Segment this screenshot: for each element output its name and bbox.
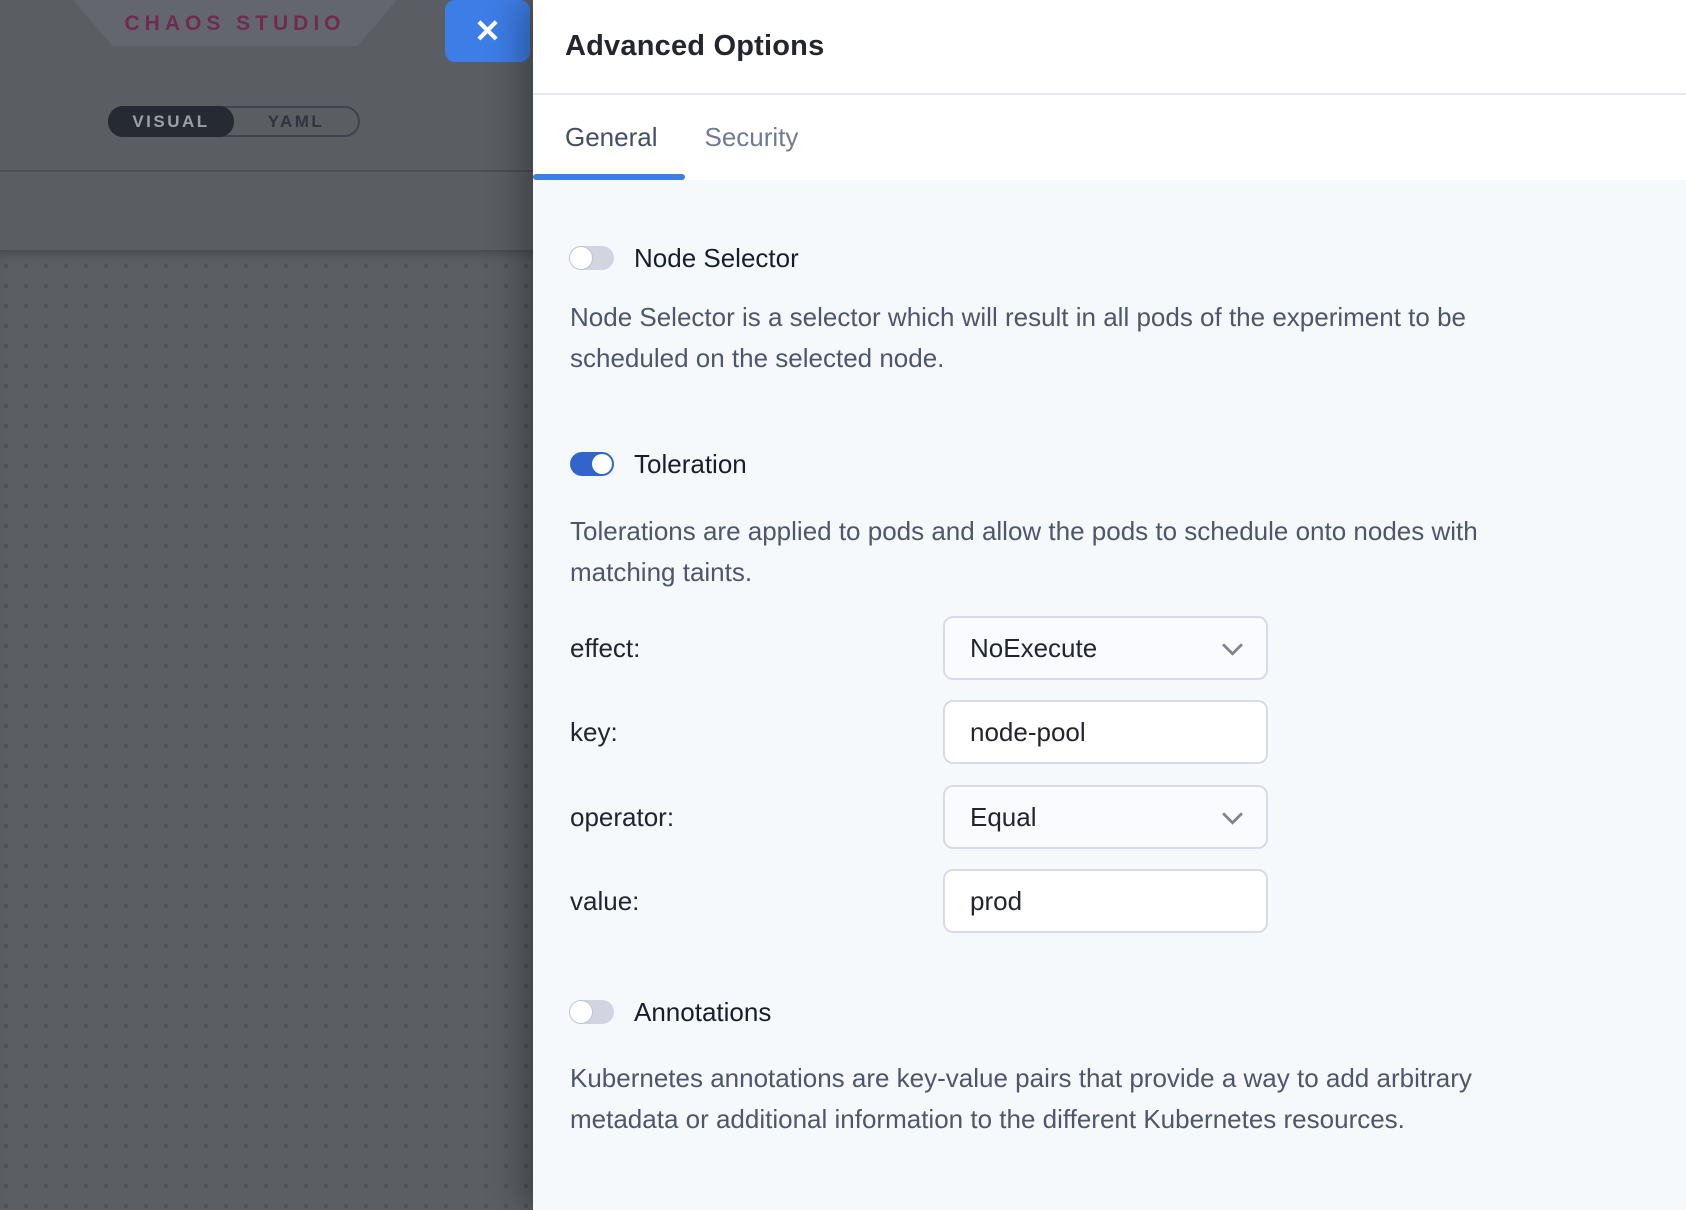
toleration-row: Toleration — [570, 452, 747, 476]
chevron-down-icon — [1222, 804, 1243, 825]
annotations-row: Annotations — [570, 1000, 771, 1024]
toggle-knob — [569, 246, 593, 270]
tab-visual[interactable]: VISUAL — [108, 106, 234, 137]
toleration-toggle[interactable] — [570, 452, 614, 476]
effect-field-row: effect: NoExecute — [570, 616, 1686, 680]
value-field-row: value: prod — [570, 869, 1686, 933]
key-input[interactable]: node-pool — [943, 700, 1268, 764]
drawer-title: Advanced Options — [565, 30, 824, 63]
drawer-header: Advanced Options — [533, 0, 1686, 95]
operator-value: Equal — [970, 802, 1037, 833]
node-selector-label: Node Selector — [634, 243, 799, 274]
node-selector-toggle[interactable] — [570, 246, 614, 270]
operator-label: operator: — [570, 802, 943, 833]
node-selector-row: Node Selector — [570, 246, 799, 270]
toleration-description: Tolerations are applied to pods and allo… — [570, 511, 1580, 593]
effect-label: effect: — [570, 633, 943, 664]
drawer-tab-bar: General Security — [533, 95, 1686, 180]
chaos-studio-backdrop: CHAOS STUDIO ✕ VISUAL YAML — [0, 0, 533, 1210]
operator-select[interactable]: Equal — [943, 785, 1268, 849]
chevron-down-icon — [1222, 635, 1243, 656]
value-label: value: — [570, 886, 943, 917]
toggle-knob — [569, 1000, 593, 1024]
drawer-close-button[interactable]: ✕ — [445, 0, 530, 62]
tab-security[interactable]: Security — [705, 122, 799, 153]
node-selector-description: Node Selector is a selector which will r… — [570, 297, 1580, 379]
visual-yaml-toggle: VISUAL YAML — [108, 106, 360, 137]
chaos-studio-logo-text: CHAOS STUDIO — [124, 10, 345, 36]
value-input[interactable]: prod — [943, 869, 1268, 933]
toleration-label: Toleration — [634, 449, 747, 480]
advanced-options-drawer: Advanced Options General Security Node S… — [533, 0, 1686, 1210]
pipeline-canvas — [0, 250, 533, 1210]
annotations-label: Annotations — [634, 997, 771, 1028]
operator-field-row: operator: Equal — [570, 785, 1686, 849]
key-value: node-pool — [970, 717, 1086, 748]
effect-value: NoExecute — [970, 633, 1097, 664]
annotations-description: Kubernetes annotations are key-value pai… — [570, 1058, 1580, 1140]
effect-select[interactable]: NoExecute — [943, 616, 1268, 680]
tab-general[interactable]: General — [565, 122, 658, 153]
key-label: key: — [570, 717, 943, 748]
general-tab-content: Node Selector Node Selector is a selecto… — [533, 180, 1686, 1210]
annotations-toggle[interactable] — [570, 1000, 614, 1024]
chaos-studio-banner: CHAOS STUDIO — [73, 0, 397, 46]
value-value: prod — [970, 886, 1022, 917]
close-icon: ✕ — [474, 15, 501, 47]
backdrop-divider — [0, 170, 533, 172]
toggle-knob — [592, 454, 612, 474]
key-field-row: key: node-pool — [570, 700, 1686, 764]
tab-yaml[interactable]: YAML — [234, 108, 358, 135]
